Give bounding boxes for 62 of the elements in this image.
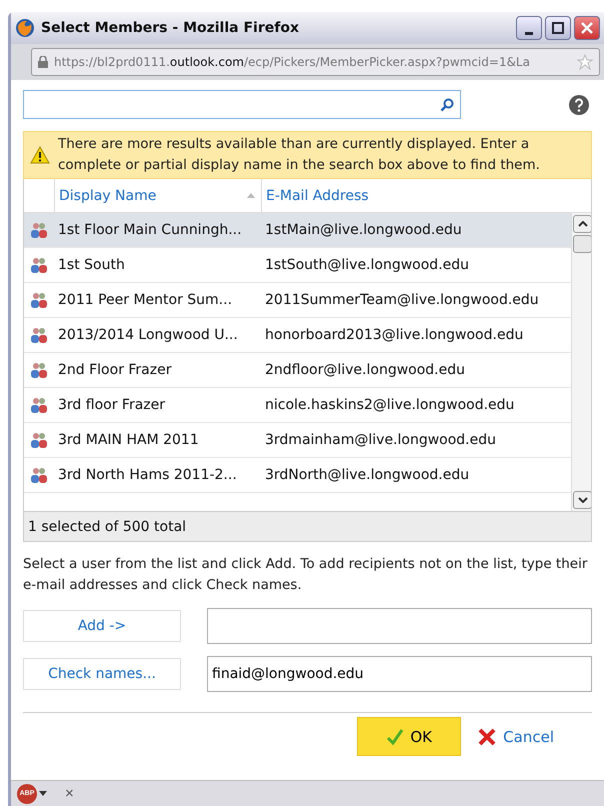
search-icon[interactable] [440,98,454,112]
table-cell-text: 1st Floor Main Cunningh... [57,222,243,238]
minimize-button[interactable] [516,16,542,40]
group-icon [29,256,49,274]
scrollbar[interactable] [571,213,591,511]
group-icon [29,431,49,449]
help-icon[interactable] [568,94,590,116]
cancel-button[interactable]: Cancel [477,726,554,746]
table-cell-text: nicole.haskins2@live.longwood.edu [264,397,516,413]
table-row[interactable]: 1st Floor Main Cunningh... 1stMain@live.longwood.edu [24,213,571,248]
check-names-button[interactable]: Check names... [23,658,181,690]
table-cell-text: 1stSouth@live.longwood.edu [264,257,470,273]
table-cell-text: honorboard2013@live.longwood.edu [264,327,524,343]
table-cell-text: 2nd Floor Frazer [57,362,172,378]
input-field[interactable] [207,608,592,644]
scrollbar-thumb[interactable] [573,235,591,253]
window-title: Select Members - Mozilla Firefox [41,20,300,36]
table-cell-text: 2011SummerTeam@live.longwood.edu [264,292,540,308]
scroll-up-button[interactable] [573,215,591,233]
minimize-icon [525,32,533,34]
add-button[interactable]: Add -> [23,610,181,642]
table-cell-text: 3rd MAIN HAM 2011 [57,432,200,448]
table-cell-text: 1stMain@live.longwood.edu [264,222,463,238]
close-icon [581,22,593,34]
group-icon [29,396,49,414]
chevron-up-icon [578,221,588,227]
caret-icon [39,791,47,796]
star-icon[interactable] [577,54,593,70]
column-header[interactable]: Display Name [54,179,261,212]
table-cell-text: 2011 Peer Mentor Sum... [57,292,234,308]
close-button[interactable]: × [65,785,74,802]
lock-icon [38,56,48,68]
scroll-down-button[interactable] [573,491,591,509]
notice-text: There are more results available than are currently displayed. Enter a complete or partial display name in the search box above to find them. [58,135,541,175]
table-cell-text: 3rdNorth@live.longwood.edu [264,467,470,483]
group-icon [29,221,49,239]
table-cell-text: 1st South [57,257,126,273]
warning-icon [30,146,50,164]
table-cell-text: 3rd floor Frazer [57,397,166,413]
input-field[interactable]: finaid@longwood.edu [207,656,592,692]
close-button[interactable] [574,16,600,40]
check-icon [386,728,404,746]
table-cell-text: 3rd North Hams 2011-2... [57,467,238,483]
browser-logo-icon [15,18,35,38]
table-cell-text: 2013/2014 Longwood U... [57,327,239,343]
instructions-text: Select a user from the list and click Add. To add recipients not on the list, type their e-mail addresses and click Check names. [23,555,588,595]
column-header[interactable]: E-Mail Address [261,179,571,212]
table-cell-text: 2ndfloor@live.longwood.edu [264,362,466,378]
maximize-button[interactable] [545,16,571,40]
address-bar[interactable]: https://bl2prd0111.outlook.com/ecp/Pickers/MemberPicker.aspx?pwmcid=1&La [31,48,600,76]
group-icon [29,326,49,344]
group-icon [29,361,49,379]
chevron-down-icon [578,497,588,503]
group-icon [29,466,49,484]
maximize-icon [552,22,564,34]
sort-icon [247,193,255,198]
table-cell-text: 3rdmainham@live.longwood.edu [264,432,498,448]
search-field[interactable] [23,90,461,119]
ok-button[interactable]: OK [357,717,462,756]
group-icon [29,291,49,309]
status-text: 1 selected of 500 total [24,511,591,541]
close-icon [477,726,498,746]
